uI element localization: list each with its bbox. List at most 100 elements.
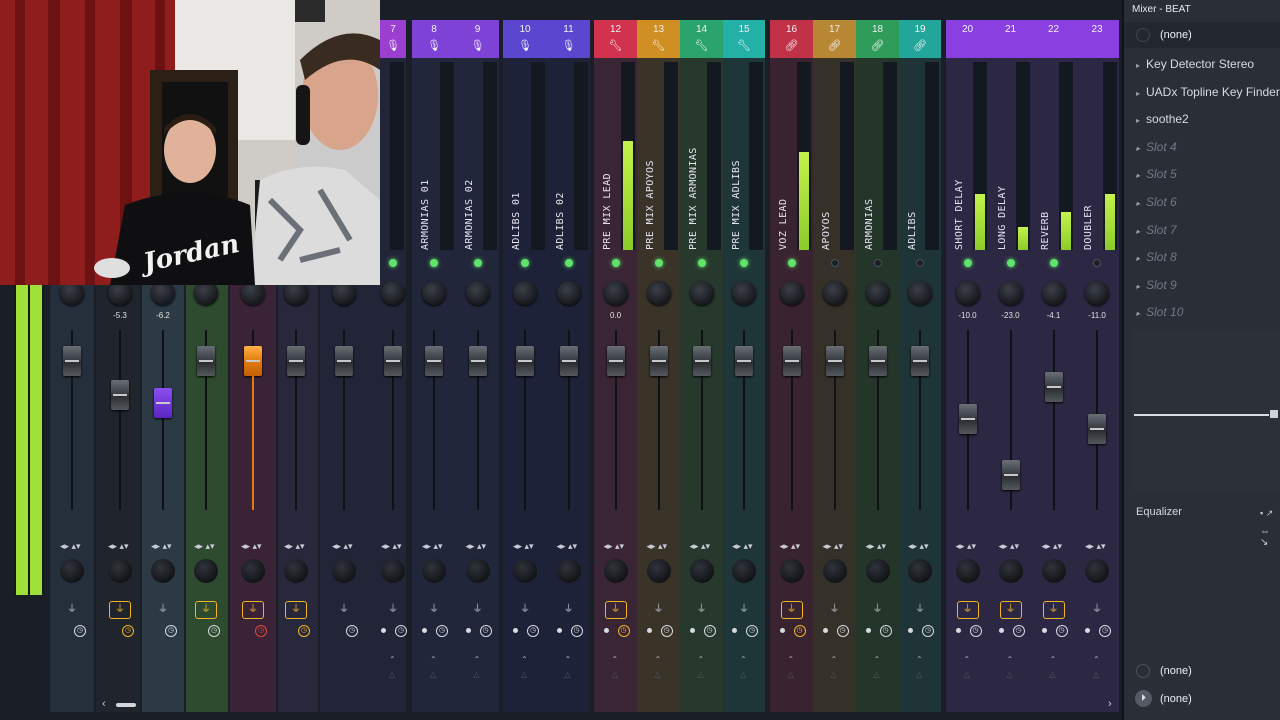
strip-header[interactable]: 12 🔧︎	[594, 20, 637, 58]
left-strip-2[interactable]	[96, 285, 140, 712]
route-send-icon[interactable]: ⏚	[733, 601, 755, 619]
route-send-icon[interactable]: ⏚	[61, 601, 83, 619]
latency-clock-icon[interactable]: ◷	[436, 625, 448, 637]
latency-clock-icon[interactable]: ◷	[395, 625, 407, 637]
route-send-icon[interactable]: ⏚	[195, 601, 217, 619]
stereo-knob[interactable]	[513, 281, 537, 305]
record-arm-dot[interactable]	[381, 628, 386, 633]
strip-active-led[interactable]	[521, 259, 529, 267]
latency-clock-icon[interactable]: ◷	[836, 625, 849, 637]
route-up-icon[interactable]: ⌃	[1007, 655, 1014, 664]
swap-arrows-icon[interactable]: ◂▸ ▴▾	[690, 541, 711, 552]
pan-knob[interactable]	[513, 559, 537, 583]
strip-name[interactable]: PRE MIX APOYOS	[645, 160, 656, 250]
latency-clock-icon[interactable]: ◷	[298, 625, 310, 637]
pan-knob[interactable]	[556, 559, 581, 583]
swap-arrows-icon[interactable]: ◂▸ ▴▾	[604, 541, 625, 552]
strip-name[interactable]: PRE MIX ADLIBS	[731, 160, 742, 250]
record-arm-dot[interactable]	[955, 628, 961, 633]
route-up-icon[interactable]: ⌃	[430, 655, 437, 664]
volume-fader[interactable]	[244, 346, 262, 376]
strip-name[interactable]: PRE MIX LEAD	[602, 173, 613, 250]
strip-name[interactable]: ARMONIAS	[864, 199, 875, 250]
latency-clock-icon[interactable]: ◷	[793, 625, 806, 637]
strip-active-led[interactable]	[1006, 259, 1015, 267]
latency-clock-icon[interactable]: ◷	[969, 625, 982, 637]
expand-arrow-icon[interactable]: ▸	[1136, 116, 1140, 125]
route-send-icon[interactable]: ⏚	[780, 601, 803, 619]
stereo-knob[interactable]	[556, 281, 581, 305]
mixer-strip[interactable]: 10 🎙︎ ADLIBS 01 ◂▸ ▴▾ ⏚ ◷ ⌃ △	[503, 0, 547, 712]
output-selector[interactable]: (none)	[1160, 693, 1192, 705]
latency-clock-icon[interactable]: ◷	[879, 625, 892, 637]
strip-header[interactable]: 20	[946, 20, 989, 58]
stereo-knob[interactable]	[422, 281, 446, 305]
record-arm-dot[interactable]	[732, 628, 737, 633]
stereo-knob[interactable]	[646, 281, 671, 305]
strip-active-led[interactable]	[787, 259, 796, 267]
route-up-icon[interactable]: ⌃	[916, 655, 923, 664]
latency-clock-icon[interactable]: ◷	[527, 625, 539, 637]
mixer-strip[interactable]: 7 🎙︎ ◂▸ ▴▾ ⏚ ◷ ⌃ △	[380, 0, 407, 712]
strip-header[interactable]: 13 🔧︎	[637, 20, 680, 58]
strip-active-led[interactable]	[430, 259, 438, 267]
strip-header[interactable]: 11 🎙︎	[547, 20, 590, 58]
volume-fader[interactable]	[825, 346, 844, 376]
volume-fader[interactable]	[692, 346, 711, 376]
swap-arrows-icon[interactable]: ◂▸ ▴▾	[241, 541, 262, 552]
eq-width-icon[interactable]: ⇔ ↘	[1260, 526, 1280, 548]
record-arm-dot[interactable]	[1041, 628, 1047, 633]
strip-active-led[interactable]	[473, 259, 482, 267]
pan-knob[interactable]	[865, 559, 890, 583]
eq-link-icon[interactable]: ▪ ↗	[1260, 508, 1273, 519]
volume-fader[interactable]	[735, 346, 753, 376]
strip-active-led[interactable]	[873, 259, 882, 267]
stereo-knob[interactable]	[689, 281, 714, 305]
latency-clock-icon[interactable]: ◷	[122, 625, 134, 637]
route-send-icon[interactable]: ⏚	[152, 601, 174, 619]
stereo-knob[interactable]	[732, 281, 756, 305]
swap-arrows-icon[interactable]: ◂▸ ▴▾	[1085, 541, 1106, 552]
strip-header[interactable]: 16 🔗︎	[770, 20, 813, 58]
volume-fader[interactable]	[649, 346, 668, 376]
expand-arrow-icon[interactable]: ▸	[1136, 282, 1140, 291]
route-send-icon[interactable]: ⏚	[956, 601, 979, 619]
swap-arrows-icon[interactable]: ◂▸ ▴▾	[151, 541, 172, 552]
mixer-strip[interactable]: 11 🎙︎ ADLIBS 02 ◂▸ ▴▾ ⏚ ◷ ⌃ △	[547, 0, 590, 712]
pan-knob[interactable]	[108, 559, 132, 583]
stereo-knob[interactable]	[1041, 281, 1066, 305]
record-arm-dot[interactable]	[908, 628, 913, 633]
volume-fader[interactable]	[287, 346, 305, 376]
swap-arrows-icon[interactable]: ◂▸ ▴▾	[1042, 541, 1063, 552]
strip-name[interactable]: VOZ LEAD	[778, 199, 789, 250]
strip-name[interactable]: SHORT DELAY	[954, 179, 965, 250]
strip-active-led[interactable]	[564, 259, 573, 267]
pan-knob[interactable]	[998, 559, 1023, 583]
output-icon[interactable]: ⏵	[1135, 690, 1152, 707]
route-send-icon[interactable]: ⏚	[999, 601, 1022, 619]
pan-knob[interactable]	[381, 559, 405, 583]
stereo-knob[interactable]	[865, 281, 890, 305]
record-arm-dot[interactable]	[603, 628, 609, 633]
strip-header[interactable]: 17 🔗︎	[813, 20, 856, 58]
strip-name[interactable]: REVERB	[1040, 211, 1051, 250]
volume-fader[interactable]	[782, 346, 801, 376]
route-send-icon[interactable]: ⏚	[867, 601, 889, 619]
strip-name[interactable]: ADLIBS 02	[555, 192, 566, 250]
strip-header[interactable]: 19 🔗︎	[899, 20, 941, 58]
strip-active-led[interactable]	[963, 259, 972, 267]
route-up-icon[interactable]: ⌃	[655, 655, 662, 664]
stereo-knob[interactable]	[603, 281, 628, 305]
stereo-knob[interactable]	[779, 281, 804, 305]
effect-slot[interactable]: ▸ Slot 8	[1136, 250, 1177, 264]
strip-active-led[interactable]	[611, 259, 620, 267]
expand-arrow-icon[interactable]: ▸	[1136, 309, 1140, 318]
stereo-knob[interactable]	[1085, 281, 1109, 305]
route-up-icon[interactable]: ⌃	[474, 655, 481, 664]
volume-fader[interactable]	[516, 346, 534, 376]
effect-slot[interactable]: ▸ soothe2	[1136, 112, 1189, 126]
pan-knob[interactable]	[194, 559, 218, 583]
strip-header[interactable]: 8 🎙︎	[412, 20, 456, 58]
pan-knob[interactable]	[284, 559, 308, 583]
route-up-icon[interactable]: ⌃	[1093, 655, 1100, 664]
